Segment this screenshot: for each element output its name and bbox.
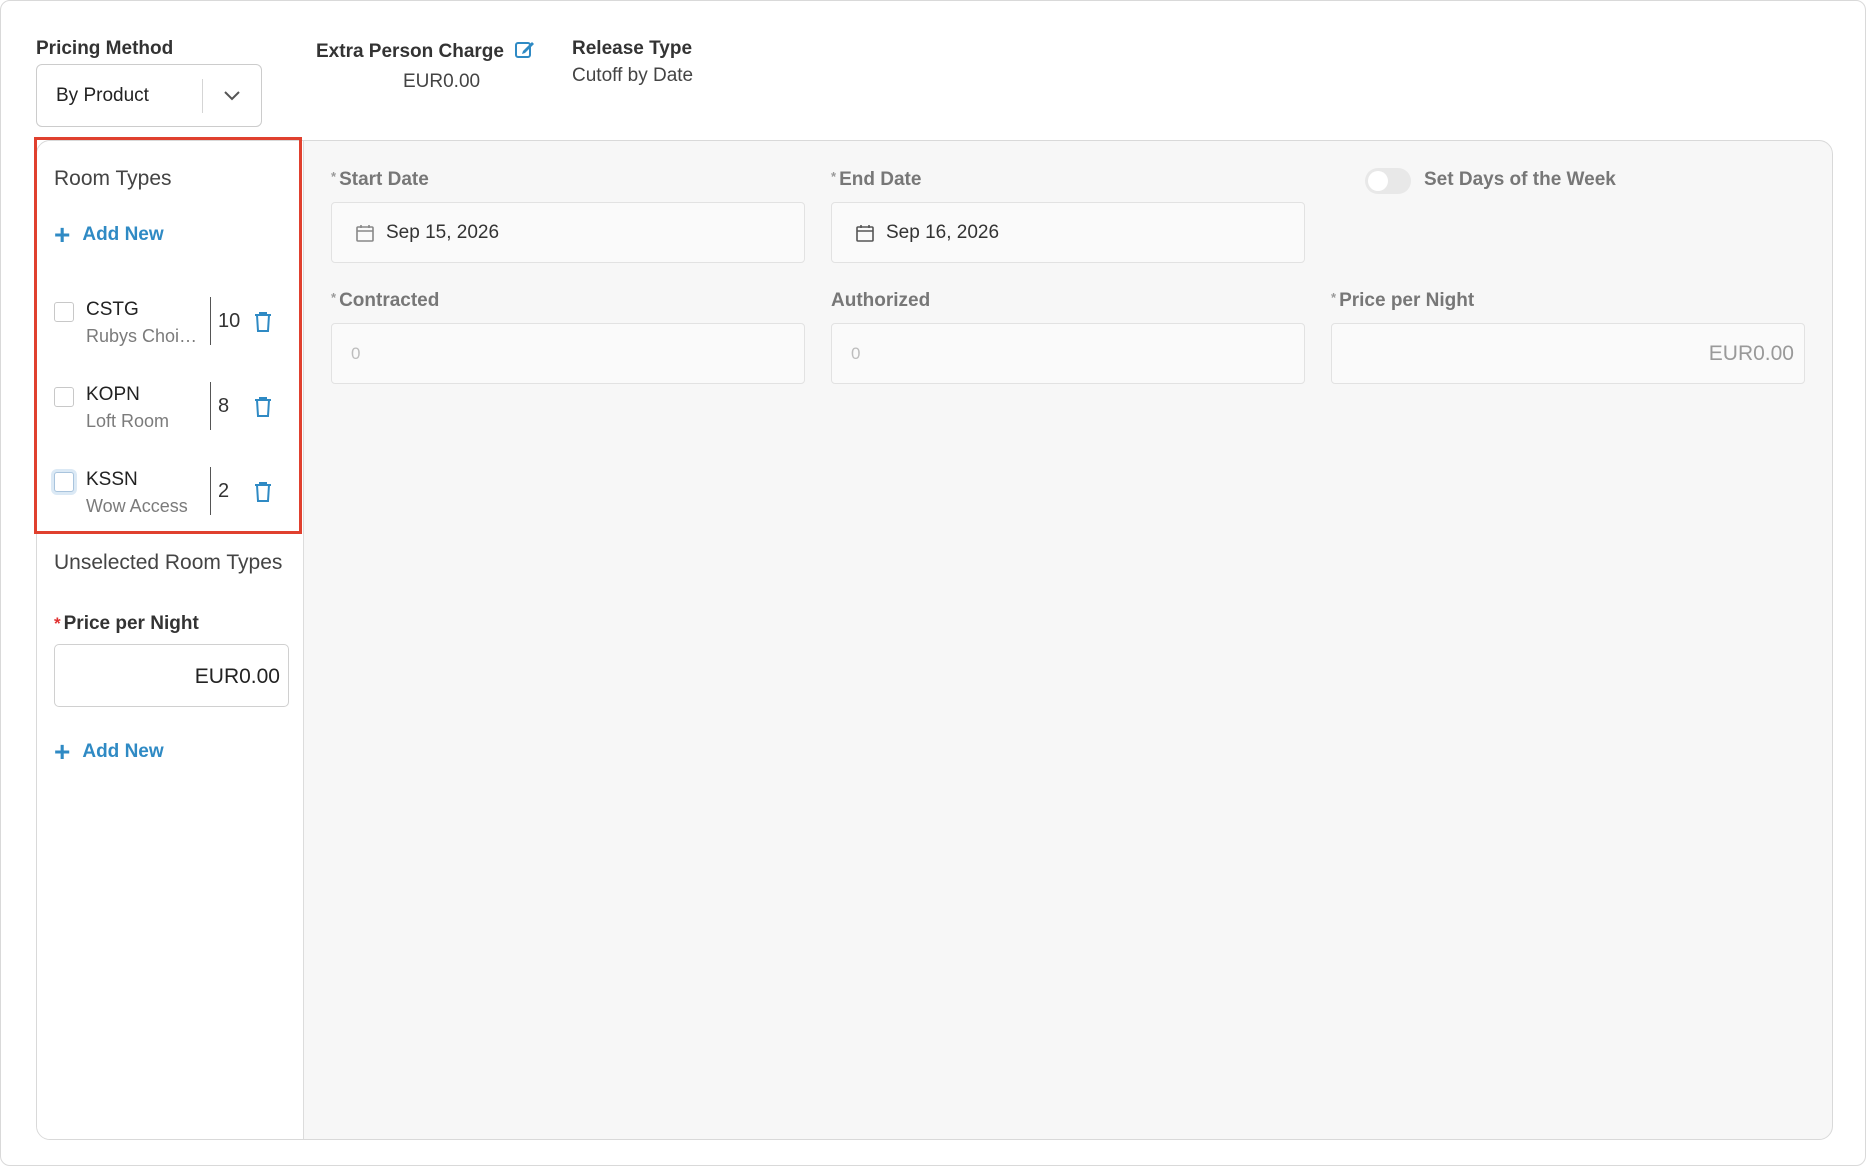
room-type-code: KOPN (86, 384, 140, 405)
side-price-per-night-input[interactable]: EUR0.00 (54, 644, 289, 707)
room-type-quantity[interactable]: 10 (218, 310, 248, 333)
add-unselected-room-type-button[interactable]: + Add New (54, 738, 164, 766)
start-date-label: * Start Date (331, 169, 429, 191)
room-types-title: Room Types (54, 167, 172, 190)
calendar-icon (856, 224, 874, 242)
start-date-text: Start Date (339, 169, 429, 190)
room-type-name: Wow Access (86, 496, 188, 516)
room-type-name: Loft Room (86, 411, 170, 431)
end-date-value: Sep 16, 2026 (886, 221, 1000, 243)
end-date-input[interactable]: Sep 16, 2026 (831, 202, 1305, 263)
required-marker: * (831, 169, 837, 184)
add-new-label: Add New (82, 741, 164, 762)
price-per-night-label: * Price per Night (1331, 290, 1474, 312)
end-date-label: * End Date (831, 169, 921, 191)
room-type-item: KSSN Wow Access 2 (54, 463, 294, 523)
room-type-code: CSTG (86, 299, 139, 320)
extra-person-charge-value: EUR0.00 (403, 71, 481, 92)
authorized-input[interactable]: 0 (831, 323, 1305, 384)
room-type-divider (210, 467, 211, 515)
trash-icon[interactable] (254, 311, 272, 333)
pricing-method-label: Pricing Method (36, 38, 174, 59)
room-type-checkbox[interactable] (54, 472, 74, 492)
required-marker: * (331, 290, 337, 305)
add-new-label: Add New (82, 224, 164, 245)
start-date-input[interactable]: Sep 15, 2026 (331, 202, 805, 263)
room-type-name: Rubys Choice (86, 326, 198, 346)
pricing-method-value: By Product (56, 84, 149, 106)
contracted-placeholder: 0 (351, 343, 361, 363)
room-type-code: KSSN (86, 469, 138, 490)
add-room-type-button[interactable]: + Add New (54, 221, 164, 249)
release-type-value: Cutoff by Date (572, 65, 694, 86)
authorized-label: Authorized (831, 290, 931, 311)
room-type-checkbox[interactable] (54, 387, 74, 407)
trash-icon[interactable] (254, 396, 272, 418)
end-date-text: End Date (839, 169, 922, 190)
room-type-item: CSTG Rubys Choice 10 (54, 293, 294, 353)
contracted-label: * Contracted (331, 290, 439, 312)
room-type-checkbox[interactable] (54, 302, 74, 322)
room-type-quantity[interactable]: 2 (218, 480, 248, 503)
unselected-room-types-title: Unselected Room Types (54, 551, 283, 574)
page-frame: Pricing Method By Product Extra Person C… (0, 0, 1866, 1166)
required-marker: * (331, 169, 337, 184)
pricing-method-select[interactable]: By Product (36, 64, 262, 127)
side-price-per-night-label: * Price per Night (54, 613, 199, 635)
price-per-night-input[interactable]: EUR0.00 (1331, 323, 1805, 384)
release-type-label: Release Type (572, 38, 693, 59)
room-type-item: KOPN Loft Room 8 (54, 378, 294, 438)
authorized-placeholder: 0 (851, 343, 861, 363)
set-days-toggle[interactable] (1365, 168, 1411, 194)
required-marker: * (54, 614, 61, 633)
plus-icon: + (54, 736, 71, 767)
price-per-night-text: Price per Night (1339, 290, 1475, 311)
extra-person-charge-header: Extra Person Charge (316, 38, 536, 65)
chevron-down-icon[interactable] (203, 65, 261, 126)
required-marker: * (1331, 290, 1337, 305)
start-date-value: Sep 15, 2026 (386, 221, 500, 243)
room-type-divider (210, 297, 211, 345)
trash-icon[interactable] (254, 481, 272, 503)
room-type-divider (210, 382, 211, 430)
room-type-quantity[interactable]: 8 (218, 395, 248, 418)
main-panel: Room Types + Add New CSTG Rubys Choice 1… (36, 140, 1833, 1140)
extra-person-charge-label: Extra Person Charge (316, 40, 504, 62)
plus-icon: + (54, 219, 71, 250)
set-days-label: Set Days of the Week (1424, 169, 1616, 190)
price-per-night-value: EUR0.00 (1708, 341, 1794, 365)
room-types-sidebar: Room Types + Add New CSTG Rubys Choice 1… (37, 141, 304, 1139)
contracted-text: Contracted (339, 290, 440, 311)
calendar-icon (356, 224, 374, 242)
edit-icon[interactable] (514, 38, 536, 65)
toggle-knob (1368, 171, 1388, 191)
contracted-input[interactable]: 0 (331, 323, 805, 384)
side-price-per-night-text: Price per Night (63, 613, 199, 634)
